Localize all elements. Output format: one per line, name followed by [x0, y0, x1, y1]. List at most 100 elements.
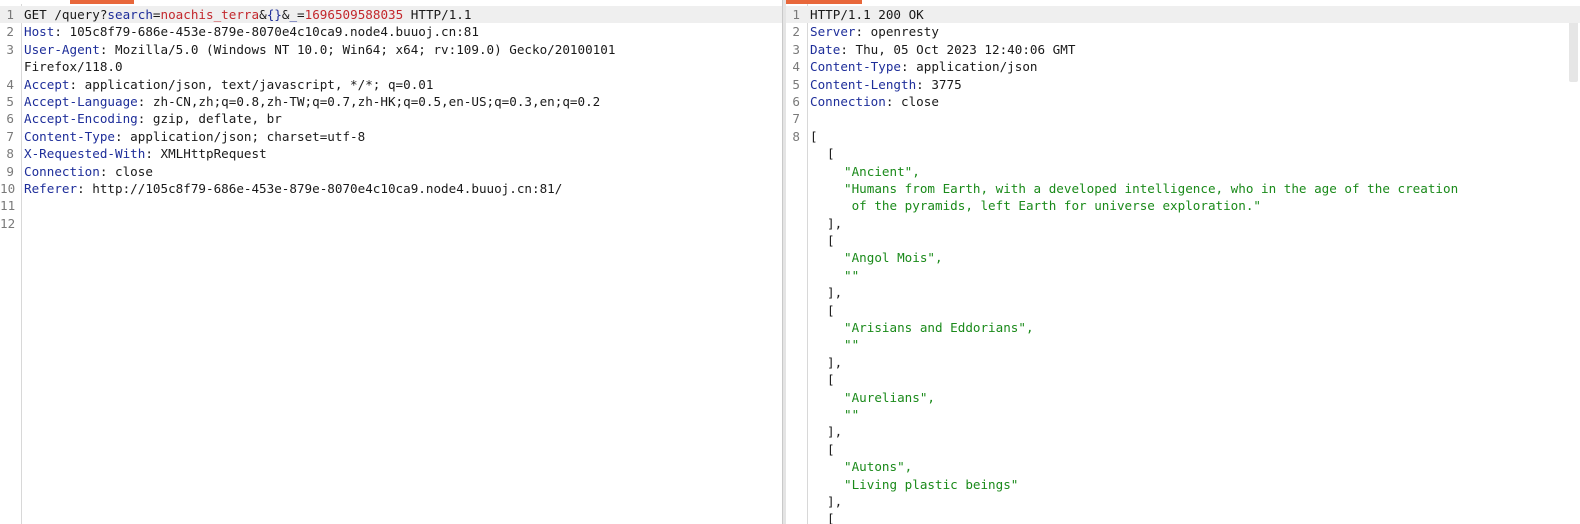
request-header-line[interactable]: 4 Accept: application/json, text/javascri… — [0, 76, 782, 93]
header-colon: : — [916, 76, 924, 92]
json-entry-open[interactable]: [ — [786, 441, 1580, 458]
json-entry-open-text: [ — [827, 372, 835, 388]
response-header-line[interactable]: 6 Connection: close — [786, 93, 1580, 110]
request-header-line[interactable]: 3 User-Agent: Mozilla/5.0 (Windows NT 10.… — [0, 41, 782, 58]
json-entry-close[interactable]: ], — [786, 215, 1580, 232]
json-entry-name[interactable]: "Angol Mois", — [786, 249, 1580, 266]
request-header-line[interactable]: 11 — [0, 197, 782, 214]
json-entry-desc[interactable]: "" — [786, 267, 1580, 284]
request-header-line[interactable]: Firefox/118.0 — [0, 58, 782, 75]
json-entry-desc[interactable]: "" — [786, 336, 1580, 353]
request-line-text[interactable]: GET /query?search=noachis_terra&{}&_=169… — [14, 6, 766, 23]
line-number: 7 — [792, 111, 800, 127]
request-line[interactable]: 1 GET /query?search=noachis_terra&{}&_=1… — [0, 6, 782, 24]
request-editor[interactable]: 1 GET /query?search=noachis_terra&{}&_=1… — [0, 6, 782, 232]
json-entry-close-text: ], — [827, 215, 843, 231]
json-entry-desc-text: "" — [844, 406, 860, 422]
json-entry-desc-text: "" — [844, 267, 860, 283]
response-pane[interactable]: 1 HTTP/1.1 200 OK 2 Server: openresty 3 Dat… — [786, 0, 1580, 524]
header-text[interactable] — [14, 215, 782, 232]
header-text[interactable]: Content-Length: 3775 — [800, 76, 1580, 93]
request-active-tab-indicator[interactable] — [70, 0, 134, 4]
response-header-line[interactable]: 7 — [786, 110, 1580, 127]
line-number: 3 — [792, 41, 800, 57]
header-text[interactable]: Firefox/118.0 — [14, 58, 782, 75]
line-number: 1 — [792, 7, 800, 22]
header-text[interactable]: User-Agent: Mozilla/5.0 (Windows NT 10.0… — [14, 41, 782, 58]
response-editor[interactable]: 1 HTTP/1.1 200 OK 2 Server: openresty 3 Dat… — [786, 6, 1580, 524]
json-entry-close-text: ], — [827, 354, 843, 370]
header-key: Accept-Encoding — [24, 111, 138, 127]
line-number: 6 — [792, 93, 800, 109]
json-entry-close[interactable]: ], — [786, 284, 1580, 301]
json-entry-open[interactable]: [ — [786, 232, 1580, 249]
request-header-line[interactable]: 7 Content-Type: application/json; charset… — [0, 128, 782, 145]
header-colon: : — [54, 24, 62, 40]
request-header-line[interactable]: 6 Accept-Encoding: gzip, deflate, br — [0, 110, 782, 127]
header-text[interactable] — [14, 197, 782, 214]
header-value: Firefox/118.0 — [24, 59, 123, 75]
json-array-open[interactable]: 8[ — [786, 128, 1580, 145]
json-entry-open[interactable]: [ — [786, 371, 1580, 388]
header-key: Connection — [24, 163, 100, 179]
request-header-line[interactable]: 12 — [0, 215, 782, 232]
header-value: Thu, 05 Oct 2023 12:40:06 GMT — [847, 41, 1076, 57]
request-header-line[interactable]: 9 Connection: close — [0, 163, 782, 180]
header-text[interactable]: Date: Thu, 05 Oct 2023 12:40:06 GMT — [800, 41, 1580, 58]
json-entry-desc[interactable]: "Living plastic beings" — [786, 476, 1580, 493]
request-header-line[interactable]: 2 Host: 105c8f79-686e-453e-879e-8070e4c10… — [0, 23, 782, 40]
json-entry-desc-text: "Humans from Earth, with a developed int… — [844, 180, 1459, 196]
header-text[interactable]: Content-Type: application/json — [800, 58, 1580, 75]
header-text[interactable]: Host: 105c8f79-686e-453e-879e-8070e4c10c… — [14, 23, 782, 40]
response-header-line[interactable]: 3 Date: Thu, 05 Oct 2023 12:40:06 GMT — [786, 41, 1580, 58]
header-text[interactable]: X-Requested-With: XMLHttpRequest — [14, 145, 782, 162]
json-entry-open[interactable]: [ — [786, 302, 1580, 319]
json-entry-open-text: [ — [827, 511, 835, 524]
request-header-line[interactable]: 10 Referer: http://105c8f79-686e-453e-879… — [0, 180, 782, 197]
json-entry-close[interactable]: ], — [786, 354, 1580, 371]
header-text[interactable]: Connection: close — [800, 93, 1580, 110]
request-header-line[interactable]: 5 Accept-Language: zh-CN,zh;q=0.8,zh-TW;q… — [0, 93, 782, 110]
json-entry-open[interactable]: [ — [786, 145, 1580, 162]
header-text[interactable]: Connection: close — [14, 163, 782, 180]
header-value: 105c8f79-686e-453e-879e-8070e4c10ca9.nod… — [61, 24, 479, 40]
json-entry-name[interactable]: "Ancient", — [786, 163, 1580, 180]
request-header-line[interactable]: 8 X-Requested-With: XMLHttpRequest — [0, 145, 782, 162]
response-header-line[interactable]: 4 Content-Type: application/json — [786, 58, 1580, 75]
json-entry-open[interactable]: [ — [786, 510, 1580, 524]
line-number: 8 — [792, 128, 800, 144]
header-value: close — [893, 93, 939, 109]
status-line[interactable]: 1 HTTP/1.1 200 OK — [786, 6, 1580, 24]
json-entry-open-text: [ — [827, 146, 835, 162]
line-number: 7 — [6, 128, 14, 144]
line-number: 1 — [6, 7, 14, 22]
header-text[interactable] — [800, 110, 1580, 127]
response-header-line[interactable]: 2 Server: openresty — [786, 23, 1580, 40]
header-key: Connection — [810, 93, 886, 109]
header-value: 3775 — [923, 76, 962, 92]
request-pane[interactable]: 1 GET /query?search=noachis_terra&{}&_=1… — [0, 0, 782, 524]
header-key: Content-Length — [810, 76, 917, 92]
response-header-line[interactable]: 5 Content-Length: 3775 — [786, 76, 1580, 93]
json-entry-desc[interactable]: "Humans from Earth, with a developed int… — [786, 180, 1580, 197]
json-entry-desc[interactable]: "" — [786, 406, 1580, 423]
header-text[interactable]: Accept-Encoding: gzip, deflate, br — [14, 110, 782, 127]
header-text[interactable]: Accept: application/json, text/javascrip… — [14, 76, 782, 93]
header-text[interactable]: Server: openresty — [800, 23, 1580, 40]
json-entry-close[interactable]: ], — [786, 493, 1580, 510]
json-entry-close-text: ], — [827, 493, 843, 509]
json-entry-name[interactable]: "Arisians and Eddorians", — [786, 319, 1580, 336]
json-entry-close[interactable]: ], — [786, 423, 1580, 440]
line-number: 8 — [6, 146, 14, 162]
json-entry-name[interactable]: "Autons", — [786, 458, 1580, 475]
header-value: XMLHttpRequest — [152, 146, 267, 162]
header-value: application/json, text/javascript, */*; … — [77, 76, 434, 92]
header-text[interactable]: Referer: http://105c8f79-686e-453e-879e-… — [14, 180, 782, 197]
json-entry-close-text: ], — [827, 285, 843, 301]
status-line-text: HTTP/1.1 200 OK — [810, 7, 924, 22]
json-entry-name[interactable]: "Aurelians", — [786, 389, 1580, 406]
header-text[interactable]: Accept-Language: zh-CN,zh;q=0.8,zh-TW;q=… — [14, 93, 782, 110]
json-entry-desc-cont[interactable]: of the pyramids, left Earth for universe… — [786, 197, 1580, 214]
header-text[interactable]: Content-Type: application/json; charset=… — [14, 128, 782, 145]
header-value: application/json; charset=utf-8 — [122, 128, 366, 144]
